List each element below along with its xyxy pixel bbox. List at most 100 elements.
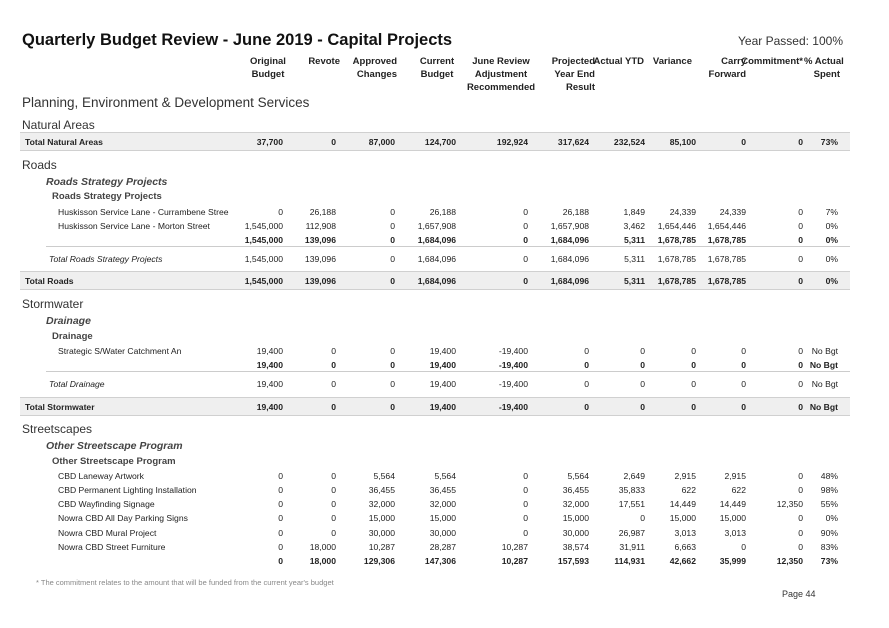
cell-value: 19,400 <box>429 379 456 389</box>
cell-value: 19,400 <box>256 360 283 370</box>
cell-value: 0 <box>390 379 395 389</box>
cell-value: 83% <box>820 542 838 552</box>
cell-value: 0 <box>798 360 803 370</box>
cell-value: 12,350 <box>776 556 803 566</box>
italic-total-row: Total Roads Strategy Projects 1,545,000 13… <box>0 246 889 266</box>
cell-value: 1,545,000 <box>244 276 283 286</box>
cell-value: 87,000 <box>368 137 395 147</box>
cell-value: 0 <box>798 235 803 245</box>
cell-value: 0% <box>825 235 838 245</box>
cell-value: 0 <box>523 485 528 495</box>
cell-value: 0 <box>331 513 336 523</box>
page-number: Page 44 <box>782 589 816 599</box>
cell-value: 26,188 <box>309 207 336 217</box>
cell-value: 1,678,785 <box>657 276 696 286</box>
cell-value: 0 <box>691 379 696 389</box>
cell-value: 1,657,908 <box>550 221 589 231</box>
cell-value: 1,678,785 <box>707 276 746 286</box>
cell-value: 1,684,096 <box>417 254 456 264</box>
cell-value: 1,545,000 <box>244 254 283 264</box>
cell-value: 73% <box>820 556 838 566</box>
group-row: Natural Areas <box>0 118 889 132</box>
cell-value: 28,287 <box>429 542 456 552</box>
cell-value: 139,096 <box>304 276 336 286</box>
row-label: Strategic S/Water Catchment An <box>58 346 182 356</box>
cell-value: 0 <box>798 276 803 286</box>
cell-value: 14,449 <box>669 499 696 509</box>
table-row: Strategic S/Water Catchment An 19,400 0 0 19… <box>0 344 889 358</box>
cell-value: 24,339 <box>669 207 696 217</box>
italic-sub-row: Other Streetscape Program <box>0 439 889 453</box>
cell-value: 0 <box>331 346 336 356</box>
cell-value: 0 <box>798 528 803 538</box>
column-header: % Actual Spent <box>804 56 844 80</box>
cell-value: 0 <box>741 402 746 412</box>
group-row: Stormwater <box>0 297 889 311</box>
cell-value: 1,545,000 <box>244 221 283 231</box>
table-row: Nowra CBD Mural Project 0 0 30,000 30,000 0 30… <box>0 526 889 540</box>
cell-value: 0 <box>331 485 336 495</box>
cell-value: 3,013 <box>674 528 696 538</box>
cell-value: 19,400 <box>429 360 456 370</box>
cell-value: 38,574 <box>562 542 589 552</box>
cell-value: 0 <box>390 254 395 264</box>
cell-value: 19,400 <box>256 379 283 389</box>
cell-value: 42,662 <box>669 556 696 566</box>
cell-value: 24,339 <box>719 207 746 217</box>
cell-value: 0 <box>523 528 528 538</box>
subtotal-row: 1,545,000 139,096 0 1,684,096 0 1,684,096 5,31… <box>0 233 889 247</box>
cell-value: 0 <box>798 207 803 217</box>
row-label: CBD Wayfinding Signage <box>58 499 155 509</box>
cell-value: 0 <box>278 556 283 566</box>
cell-value: 0 <box>390 276 395 286</box>
subtotal-row: 19,400 0 0 19,400 -19,400 0 0 0 0 0 No Bgt <box>0 358 889 372</box>
cell-value: 2,915 <box>674 471 696 481</box>
cell-value: 0 <box>798 542 803 552</box>
cell-value: 1,684,096 <box>550 235 589 245</box>
band-row: Total Roads 1,545,000 139,096 0 1,684,096 0 1,… <box>0 271 889 290</box>
cell-value: 0% <box>825 276 838 286</box>
cell-value: 0 <box>523 471 528 481</box>
cell-value: 15,000 <box>368 513 395 523</box>
cell-value: 32,000 <box>429 499 456 509</box>
cell-value: 0 <box>523 221 528 231</box>
cell-value: 10,287 <box>501 542 528 552</box>
cell-value: 18,000 <box>309 542 336 552</box>
cell-value: 0 <box>390 402 395 412</box>
cell-value: 98% <box>820 485 838 495</box>
cell-value: 124,700 <box>424 137 456 147</box>
row-label: Other Streetscape Program <box>46 440 183 452</box>
cell-value: 0 <box>331 528 336 538</box>
cell-value: 0 <box>278 542 283 552</box>
cell-value: 129,306 <box>363 556 395 566</box>
cell-value: 7% <box>825 207 838 217</box>
cell-value: 0 <box>584 346 589 356</box>
cell-value: 19,400 <box>429 346 456 356</box>
cell-value: 0 <box>390 207 395 217</box>
cell-value: 1,657,908 <box>417 221 456 231</box>
cell-value: 157,593 <box>557 556 589 566</box>
cell-value: 0 <box>278 471 283 481</box>
cell-value: 622 <box>731 485 746 495</box>
row-label: Total Stormwater <box>25 402 95 412</box>
cell-value: 85,100 <box>669 137 696 147</box>
cell-value: 0 <box>798 137 803 147</box>
cell-value: 35,999 <box>719 556 746 566</box>
column-header: Approved Changes <box>352 56 397 80</box>
row-label: Stormwater <box>22 297 84 311</box>
row-label: Streetscapes <box>22 422 93 436</box>
cell-value: 15,000 <box>562 513 589 523</box>
cell-value: 1,654,446 <box>657 221 696 231</box>
cell-value: 0 <box>331 137 336 147</box>
cell-value: 30,000 <box>368 528 395 538</box>
cell-value: 0 <box>798 346 803 356</box>
cell-value: No Bgt <box>811 346 838 356</box>
row-label: Drainage <box>46 315 91 327</box>
row-label: Roads Strategy Projects <box>52 191 162 202</box>
cell-value: 0 <box>390 360 395 370</box>
cell-value: 48% <box>820 471 838 481</box>
cell-value: 0 <box>798 221 803 231</box>
table-row: CBD Wayfinding Signage 0 0 32,000 32,000 0 32,… <box>0 497 889 511</box>
cell-value: 0 <box>390 235 395 245</box>
cell-value: 1,684,096 <box>417 235 456 245</box>
